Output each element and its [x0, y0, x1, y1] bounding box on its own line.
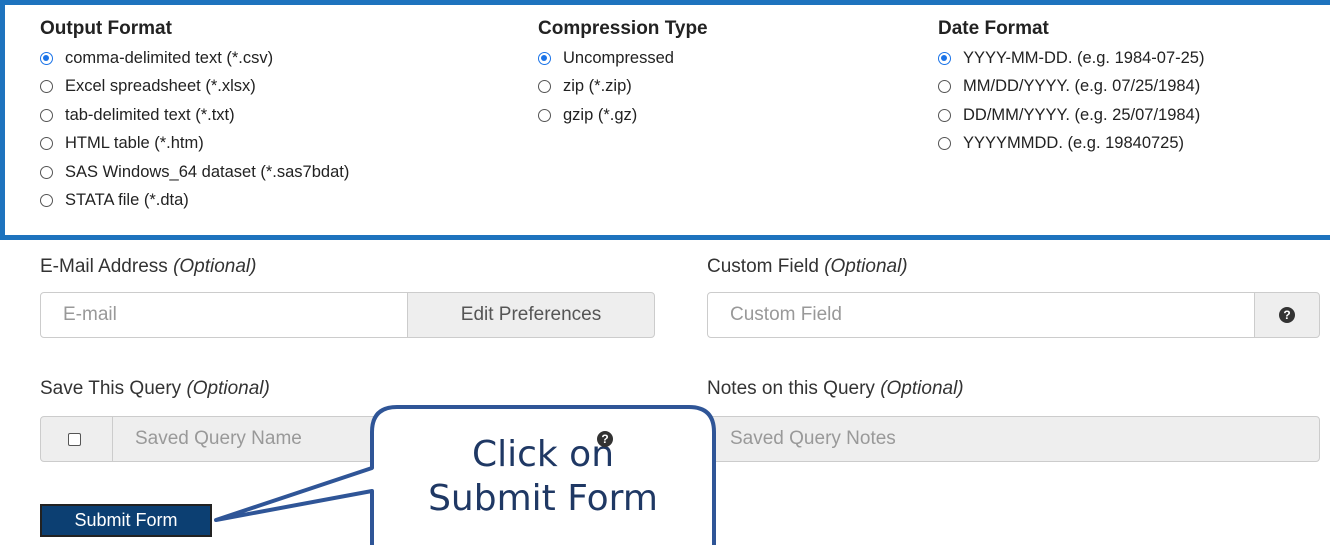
callout-text: Click on Submit Form — [428, 434, 658, 519]
question-circle-icon: ? — [597, 431, 613, 447]
